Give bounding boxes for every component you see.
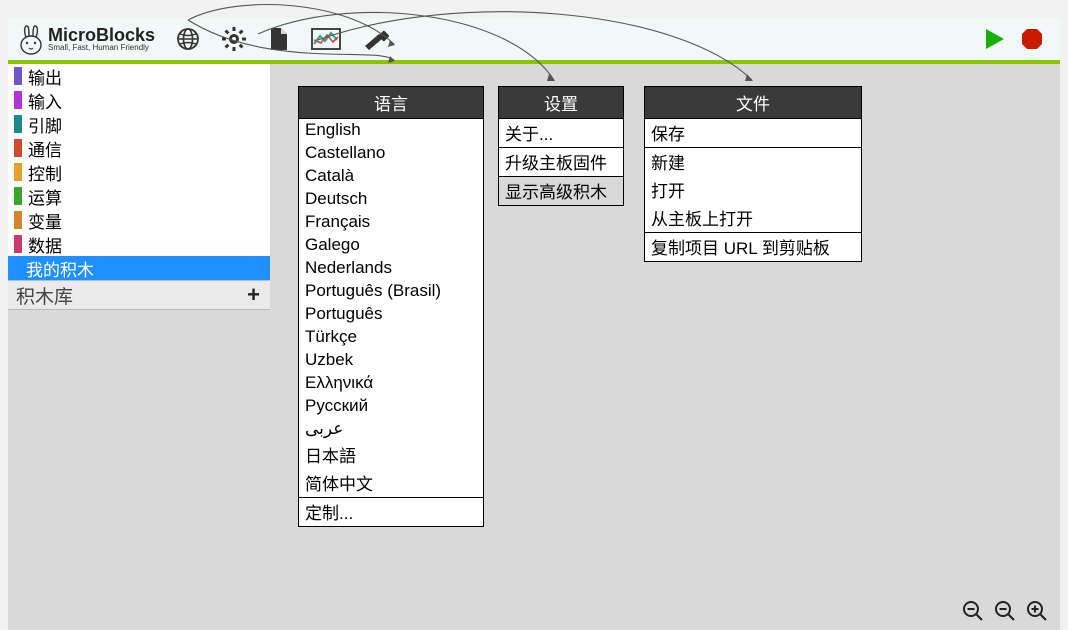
settings-advanced[interactable]: 显示高级积木 (499, 177, 623, 205)
category-5[interactable]: 运算 (8, 184, 270, 208)
language-item-10[interactable]: Uzbek (299, 349, 483, 372)
category-swatch (14, 187, 22, 205)
language-item-4[interactable]: Français (299, 211, 483, 234)
category-label: 控制 (28, 160, 62, 185)
language-item-0[interactable]: English (299, 119, 483, 142)
libraries-row[interactable]: 积木库 + (8, 280, 270, 310)
file-save[interactable]: 保存 (645, 119, 861, 147)
category-swatch (14, 91, 22, 109)
file-icon[interactable] (267, 26, 291, 52)
category-label: 运算 (28, 184, 62, 209)
app-title: MicroBlocks (48, 26, 155, 44)
category-swatch (14, 211, 22, 229)
category-label: 数据 (28, 232, 62, 257)
zoom-out-button[interactable] (962, 600, 984, 622)
language-item-11[interactable]: Ελληνικά (299, 372, 483, 395)
language-item-6[interactable]: Nederlands (299, 257, 483, 280)
category-label: 输入 (28, 88, 62, 113)
category-2[interactable]: 引脚 (8, 112, 270, 136)
category-6[interactable]: 变量 (8, 208, 270, 232)
file-menu: 文件 保存 新建 打开 从主板上打开 复制项目 URL 到剪贴板 (644, 86, 862, 262)
language-item-3[interactable]: Deutsch (299, 188, 483, 211)
app-logo: MicroBlocks Small, Fast, Human Friendly (18, 23, 155, 55)
category-swatch (14, 235, 22, 253)
file-open[interactable]: 打开 (645, 176, 861, 204)
settings-upgrade[interactable]: 升级主板固件 (499, 148, 623, 176)
settings-menu-title: 设置 (499, 87, 623, 119)
app-subtitle: Small, Fast, Human Friendly (48, 44, 155, 52)
category-label: 输出 (28, 64, 62, 89)
category-swatch (14, 67, 22, 85)
gear-icon[interactable] (221, 26, 247, 52)
language-menu: 语言 EnglishCastellanoCatalàDeutschFrançai… (298, 86, 484, 527)
settings-menu: 设置 关于... 升级主板固件 显示高级积木 (498, 86, 624, 206)
category-label: 引脚 (28, 112, 62, 137)
language-item-15[interactable]: 简体中文 (299, 469, 483, 497)
category-sidebar: 输出输入引脚通信控制运算变量数据我的积木 积木库 + (8, 64, 270, 310)
language-item-2[interactable]: Català (299, 165, 483, 188)
graph-icon[interactable] (311, 28, 341, 50)
file-menu-title: 文件 (645, 87, 861, 119)
zoom-in-button[interactable] (1026, 600, 1048, 622)
category-7[interactable]: 数据 (8, 232, 270, 256)
file-copy-url[interactable]: 复制项目 URL 到剪贴板 (645, 233, 861, 261)
category-1[interactable]: 输入 (8, 88, 270, 112)
category-4[interactable]: 控制 (8, 160, 270, 184)
language-custom[interactable]: 定制... (299, 498, 483, 526)
language-item-12[interactable]: Русский (299, 395, 483, 418)
language-item-13[interactable]: عربى (299, 418, 483, 441)
language-item-1[interactable]: Castellano (299, 142, 483, 165)
zoom-reset-button[interactable] (994, 600, 1016, 622)
toolbar: MicroBlocks Small, Fast, Human Friendly (8, 18, 1060, 60)
category-0[interactable]: 输出 (8, 64, 270, 88)
category-swatch (14, 115, 22, 133)
category-label: 通信 (28, 136, 62, 161)
globe-icon[interactable] (175, 26, 201, 52)
usb-icon[interactable] (361, 28, 389, 50)
language-item-5[interactable]: Galego (299, 234, 483, 257)
libraries-label: 积木库 (16, 282, 73, 309)
add-library-button[interactable]: + (247, 282, 260, 308)
language-item-8[interactable]: Português (299, 303, 483, 326)
language-item-7[interactable]: Português (Brasil) (299, 280, 483, 303)
stop-button[interactable] (1020, 27, 1044, 51)
language-item-14[interactable]: 日本語 (299, 441, 483, 469)
language-item-9[interactable]: Türkçe (299, 326, 483, 349)
category-swatch (14, 163, 22, 181)
run-button[interactable] (984, 27, 1006, 51)
category-label: 变量 (28, 208, 62, 233)
category-my-blocks[interactable]: 我的积木 (8, 256, 270, 280)
file-open-board[interactable]: 从主板上打开 (645, 204, 861, 232)
bunny-icon (18, 23, 44, 55)
language-menu-title: 语言 (299, 87, 483, 119)
category-3[interactable]: 通信 (8, 136, 270, 160)
settings-about[interactable]: 关于... (499, 119, 623, 147)
zoom-controls (962, 600, 1048, 622)
file-new[interactable]: 新建 (645, 148, 861, 176)
category-swatch (14, 139, 22, 157)
